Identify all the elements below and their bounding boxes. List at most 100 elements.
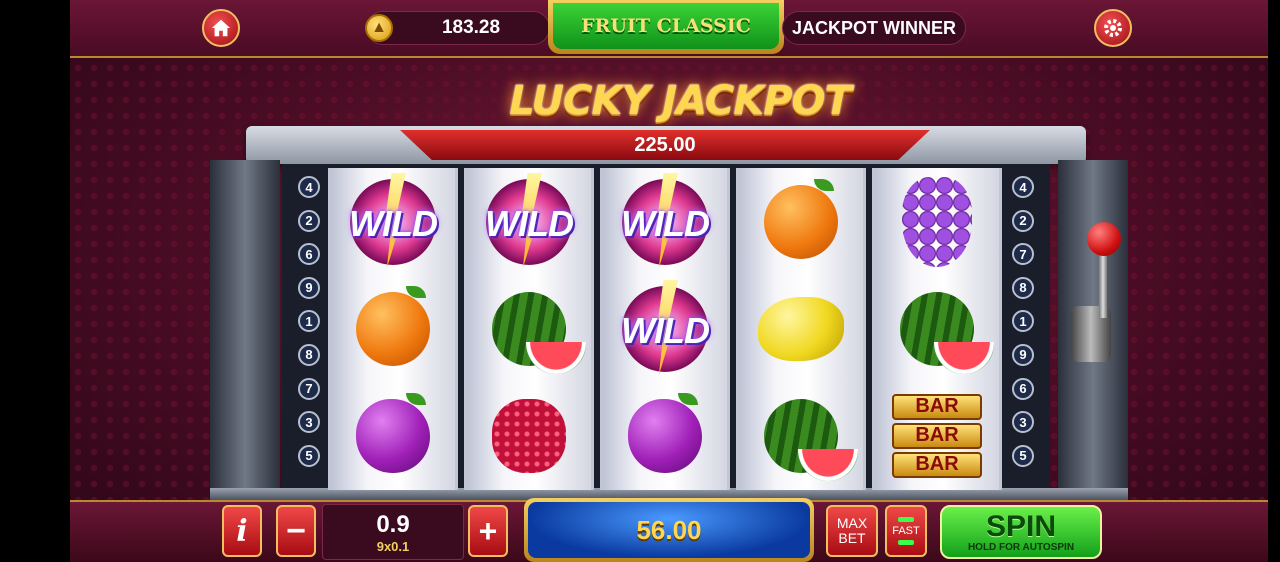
payline-number-left[interactable]: 4 xyxy=(298,176,320,198)
fast-indicator-top xyxy=(898,517,914,522)
reel-cell xyxy=(875,275,999,382)
payline-number-left[interactable]: 7 xyxy=(298,377,320,400)
payline-number-left[interactable]: 6 xyxy=(298,243,320,266)
wild-symbol-icon: WILD xyxy=(621,279,710,376)
payline-number-left[interactable]: 9 xyxy=(298,276,320,299)
lever-handle[interactable] xyxy=(1087,222,1121,256)
lucky-jackpot-logo: LUCKY JACKPOT xyxy=(509,78,852,124)
home-icon xyxy=(211,19,231,37)
wild-symbol-icon: WILD xyxy=(621,172,710,269)
settings-button[interactable] xyxy=(1094,9,1132,47)
leaf-shape xyxy=(814,178,834,191)
melon-slice-shape xyxy=(526,341,586,374)
payline-number-right[interactable]: 2 xyxy=(1012,209,1034,232)
payline-number-right[interactable]: 9 xyxy=(1012,343,1034,366)
payline-number-left[interactable]: 1 xyxy=(298,310,320,333)
bar-label: BAR xyxy=(892,393,982,420)
jackpot-amount: 225.00 xyxy=(400,130,930,160)
game-title: FRUIT CLASSIC xyxy=(553,3,779,49)
fast-spin-button[interactable]: FAST xyxy=(885,505,927,557)
payline-number-right[interactable]: 6 xyxy=(1012,377,1034,400)
payline-number-left[interactable]: 5 xyxy=(298,444,320,467)
payline-number-right[interactable]: 1 xyxy=(1012,310,1034,333)
reel-4 xyxy=(736,168,866,490)
leaf-shape xyxy=(678,392,698,405)
reel-cell xyxy=(875,168,999,275)
payline-number-right[interactable]: 7 xyxy=(1012,243,1034,266)
leaf-shape xyxy=(406,285,426,298)
grapes-symbol-icon xyxy=(902,176,972,267)
bar-label: BAR xyxy=(892,451,982,478)
payline-number-right[interactable]: 8 xyxy=(1012,276,1034,299)
win-amount: 56.00 xyxy=(528,502,810,558)
lemon-symbol-icon xyxy=(758,296,844,361)
payline-number-right[interactable]: 4 xyxy=(1012,176,1034,198)
watermelon-symbol-icon xyxy=(900,291,994,374)
reel-cell: WILD xyxy=(603,168,727,275)
reel-cell xyxy=(739,382,863,489)
bet-display: 0.9 9x0.1 xyxy=(322,504,464,560)
home-button[interactable] xyxy=(202,9,240,47)
reel-cell xyxy=(467,275,591,382)
reel-cell: WILD xyxy=(467,168,591,275)
reel-cell: BAR BAR BAR xyxy=(875,382,999,489)
bet-detail: 9x0.1 xyxy=(376,538,410,554)
payline-number-left[interactable]: 2 xyxy=(298,209,320,232)
leaf-shape xyxy=(406,392,426,405)
wild-label: WILD xyxy=(621,309,710,351)
coin-icon: ▲ xyxy=(365,14,393,42)
game-stage: ▲ 183.28 FRUIT CLASSIC JACKPOT WINNER LU… xyxy=(70,0,1268,562)
melon-slice-shape xyxy=(798,448,858,481)
balance-display: ▲ 183.28 xyxy=(365,11,550,45)
decrease-bet-button[interactable]: − xyxy=(276,505,316,557)
reel-cell xyxy=(331,382,455,489)
game-title-banner: FRUIT CLASSIC xyxy=(548,0,784,54)
wild-label: WILD xyxy=(621,202,710,244)
spin-label: SPIN xyxy=(985,509,1057,543)
lever-rod xyxy=(1099,248,1107,318)
wild-label: WILD xyxy=(485,202,574,244)
wild-label: WILD xyxy=(349,202,438,244)
spin-button[interactable]: SPIN HOLD FOR AUTOSPIN xyxy=(940,505,1102,559)
plum-symbol-icon xyxy=(356,392,430,473)
bet-value: 0.9 xyxy=(376,510,410,538)
plum-symbol-icon xyxy=(628,392,702,473)
payline-number-right[interactable]: 3 xyxy=(1012,411,1034,434)
win-display: 56.00 xyxy=(524,498,814,562)
fast-indicator-bottom xyxy=(898,540,914,545)
payline-number-left[interactable]: 8 xyxy=(298,343,320,366)
orange-symbol-icon xyxy=(356,285,430,366)
reel-cell xyxy=(331,275,455,382)
reel-2: WILD xyxy=(464,168,594,490)
reel-1: WILD xyxy=(328,168,458,490)
wild-symbol-icon: WILD xyxy=(485,172,574,269)
autospin-hint: HOLD FOR AUTOSPIN xyxy=(967,541,1075,553)
triple-bar-symbol-icon: BAR BAR BAR xyxy=(892,393,982,478)
watermelon-symbol-icon xyxy=(492,291,586,374)
cabinet-left-side xyxy=(210,160,280,500)
reel-3: WILD WILD xyxy=(600,168,730,490)
reel-cell xyxy=(739,168,863,275)
payline-number-right[interactable]: 5 xyxy=(1012,444,1034,467)
max-bet-button[interactable]: MAX BET xyxy=(826,505,878,557)
reel-cell: WILD xyxy=(331,168,455,275)
reel-cell: WILD xyxy=(603,275,727,382)
orange-symbol-icon xyxy=(764,178,838,259)
balance-value: 183.28 xyxy=(441,17,501,38)
payline-numbers-right: 4 2 7 8 1 9 6 3 5 xyxy=(1012,176,1038,478)
reel-cell xyxy=(467,382,591,489)
bar-label: BAR xyxy=(892,422,982,449)
jackpot-winner-ticker[interactable]: JACKPOT WINNER xyxy=(782,11,966,45)
reel-5: BAR BAR BAR xyxy=(872,168,1002,490)
max-bet-label-1: MAX xyxy=(836,515,868,531)
payline-numbers-left: 4 2 6 9 1 8 7 3 5 xyxy=(298,176,324,478)
max-bet-label-2: BET xyxy=(838,530,866,546)
payline-number-left[interactable]: 3 xyxy=(298,411,320,434)
info-button[interactable]: i xyxy=(222,505,262,557)
melon-slice-shape xyxy=(934,341,994,374)
raspberry-symbol-icon xyxy=(492,398,566,473)
gear-icon xyxy=(1104,19,1122,37)
reel-cell xyxy=(603,382,727,489)
increase-bet-button[interactable]: + xyxy=(468,505,508,557)
top-bar: ▲ 183.28 FRUIT CLASSIC JACKPOT WINNER xyxy=(70,0,1268,58)
